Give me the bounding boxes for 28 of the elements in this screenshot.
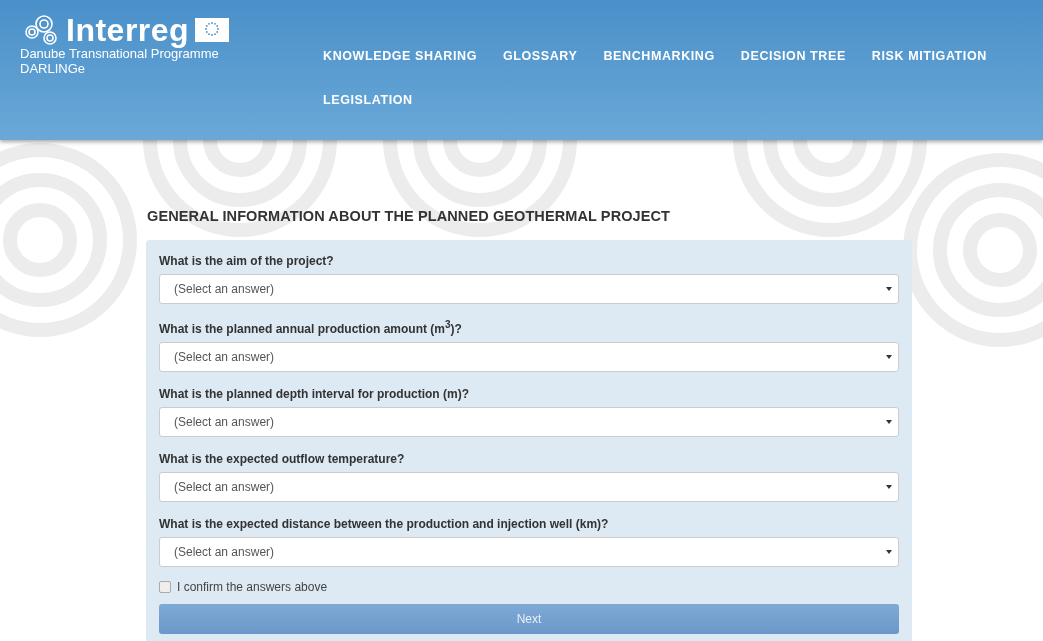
answer-select[interactable]: (Select an answer) (159, 407, 899, 437)
question-label: What is the planned depth interval for production (m)? (159, 387, 470, 401)
nav-link[interactable]: DECISION TREE (727, 46, 859, 66)
nav-link[interactable]: KNOWLEDGE SHARING (310, 46, 490, 66)
project-name: DARLINGe (20, 61, 87, 76)
question-label: What is the aim of the project? (159, 254, 335, 268)
caret-icon (886, 355, 892, 359)
flag-icon (195, 18, 230, 42)
answer-select[interactable]: (Select an answer) (159, 274, 899, 304)
nav-link[interactable]: RISK MITIGATION (858, 46, 1000, 66)
caret-icon (886, 420, 892, 424)
answer-select[interactable]: (Select an answer) (159, 537, 899, 567)
brand-name: Interreg (66, 14, 190, 46)
answer-select[interactable]: (Select an answer) (159, 472, 899, 502)
next-button[interactable]: Next (159, 604, 899, 634)
caret-icon (886, 287, 892, 291)
question-label: What is the expected distance between the production and injection well (km)? (159, 517, 610, 531)
nav-link[interactable]: GLOSSARY (489, 46, 591, 66)
nav-link[interactable]: BENCHMARKING (590, 46, 728, 66)
confirm-label: I confirm the answers above (177, 580, 328, 594)
nav-link[interactable]: LEGISLATION (310, 90, 426, 110)
form-title: GENERAL INFORMATION ABOUT THE PLANNED GEOTHERMAL PROJECT (147, 208, 672, 224)
caret-icon (886, 485, 892, 489)
question-label: What is the expected outflow temperature? (159, 452, 406, 466)
confirm-checkbox[interactable] (159, 581, 171, 593)
question-label: What is the planned annual production amount (m$^{3}$)? (159, 319, 463, 336)
answer-select[interactable]: (Select an answer) (159, 342, 899, 372)
caret-icon (886, 550, 892, 554)
